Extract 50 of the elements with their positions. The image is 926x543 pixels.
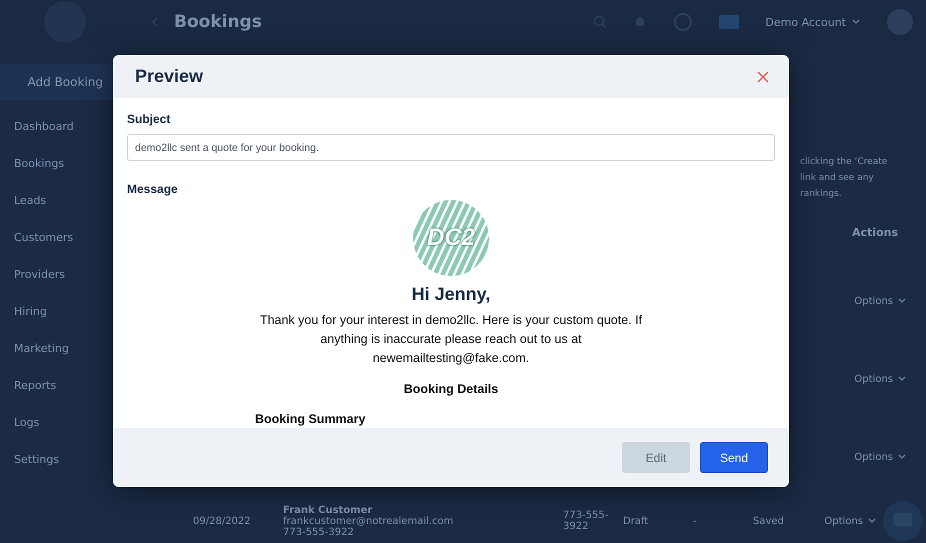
customer-phone: 773-555-3922 [283, 526, 355, 538]
options-dropdown[interactable]: Options [854, 296, 906, 306]
sidebar-item[interactable]: Marketing [0, 342, 113, 379]
greeting: Hi Jenny, [412, 284, 490, 305]
options-dropdown[interactable]: Options [824, 516, 876, 526]
close-icon[interactable] [757, 70, 769, 82]
subject-field[interactable]: demo2llc sent a quote for your booking. [127, 134, 775, 161]
sidebar-item[interactable]: Reports [0, 379, 113, 416]
table-cell-text: 773-555-3922 [563, 510, 610, 532]
customer-email: frankcustomer@notrealemail.com [283, 516, 454, 526]
back-icon[interactable] [150, 17, 160, 27]
options-dropdown[interactable]: Options [854, 452, 906, 462]
sidebar-item[interactable]: Providers [0, 268, 113, 305]
account-menu[interactable]: Demo Account [765, 16, 846, 28]
options-dropdown[interactable]: Options [854, 374, 906, 384]
sidebar-item[interactable]: Bookings [0, 157, 113, 194]
email-message: Thank you for your interest in demo2llc. Here is your custom quote. If anything is inaccurate please reach out to us at newemailtesting@fake.com. [258, 312, 644, 367]
bell-icon[interactable] [633, 15, 648, 29]
chat-icon[interactable] [882, 500, 924, 542]
page-title: Bookings [174, 12, 262, 32]
dialog-title: Preview [135, 66, 204, 87]
caret-icon[interactable] [898, 454, 906, 460]
caret-icon[interactable] [852, 19, 860, 25]
intro-text: link and see any [800, 172, 875, 185]
add-booking-button[interactable]: Add Booking [0, 64, 113, 100]
sidebar-item[interactable]: Customers [0, 231, 113, 268]
customer-name: Frank Customer [283, 504, 374, 516]
section-heading: Booking Details [404, 382, 498, 396]
avatar-icon[interactable] [886, 8, 914, 36]
caret-icon[interactable] [898, 376, 906, 382]
edit-button[interactable]: Edit [622, 442, 690, 473]
caret-icon[interactable] [898, 298, 906, 304]
caret-icon[interactable] [868, 518, 876, 524]
field-label: Subject [127, 112, 170, 126]
search-icon[interactable] [593, 15, 608, 29]
sidebar-item[interactable]: Dashboard [0, 120, 113, 157]
sidebar-item[interactable]: Logs [0, 416, 113, 453]
send-button[interactable]: Send [700, 442, 768, 473]
table-cell-text: Saved [753, 516, 785, 526]
intro-text: clicking the ‘Create [800, 156, 888, 169]
sidebar-item[interactable]: Hiring [0, 305, 113, 342]
intro-text: rankings. [800, 188, 843, 201]
column-header: Actions [852, 226, 898, 238]
sidebar-item[interactable]: Settings [0, 453, 113, 490]
table-cell-text: - [693, 516, 698, 526]
field-label: Message [127, 182, 178, 196]
status-cell-text: Draft [623, 516, 650, 526]
table-cell-text: 09/28/2022 [193, 516, 252, 526]
section-subheading: Booking Summary [255, 412, 366, 426]
sidebar-item[interactable]: Leads [0, 194, 113, 231]
